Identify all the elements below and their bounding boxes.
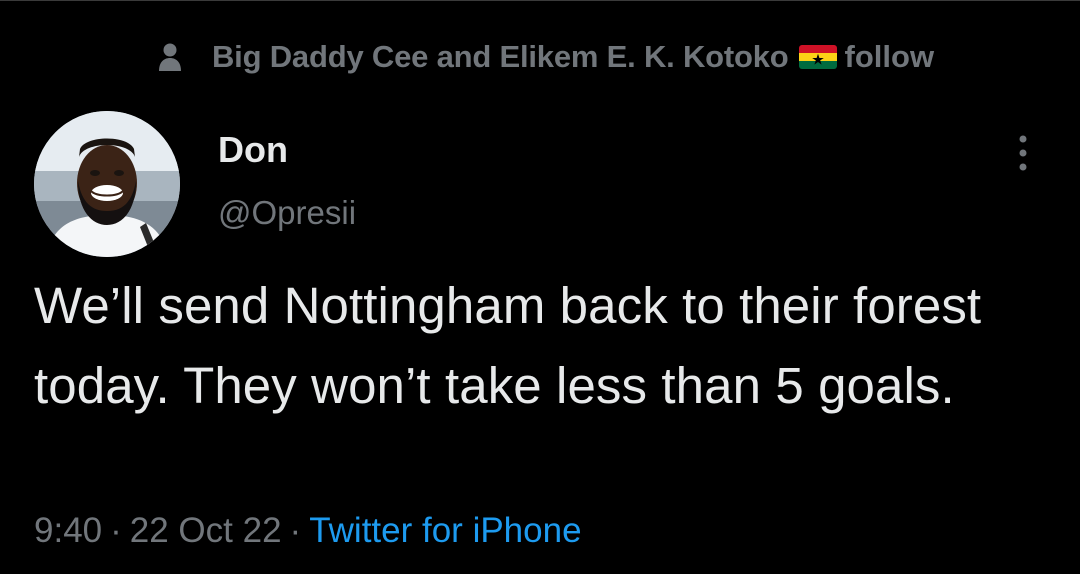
tweet-time[interactable]: 9:40 <box>34 511 102 550</box>
ghana-flag-icon <box>798 45 837 69</box>
meta-separator: · <box>110 511 122 550</box>
author-display-name[interactable]: Don <box>218 129 288 171</box>
more-options-icon[interactable] <box>1008 131 1038 175</box>
tweet-metadata: 9:40 · 22 Oct 22 · Twitter for iPhone <box>34 511 582 551</box>
author-handle[interactable]: @Opresii <box>218 194 356 232</box>
followed-by-names[interactable]: Big Daddy Cee and Elikem E. K. Kotoko <box>212 39 789 75</box>
social-context[interactable]: Big Daddy Cee and Elikem E. K. Kotoko fo… <box>156 35 934 79</box>
person-icon <box>156 40 184 74</box>
tweet-date[interactable]: 22 Oct 22 <box>130 511 282 550</box>
tweet-text: We’ll send Nottingham back to their fore… <box>34 277 982 414</box>
tweet-source-link[interactable]: Twitter for iPhone <box>309 511 581 550</box>
tweet-view: Big Daddy Cee and Elikem E. K. Kotoko fo… <box>0 0 1080 574</box>
meta-separator: · <box>289 511 302 550</box>
follow-link[interactable]: follow <box>845 39 935 75</box>
avatar[interactable] <box>34 111 180 257</box>
